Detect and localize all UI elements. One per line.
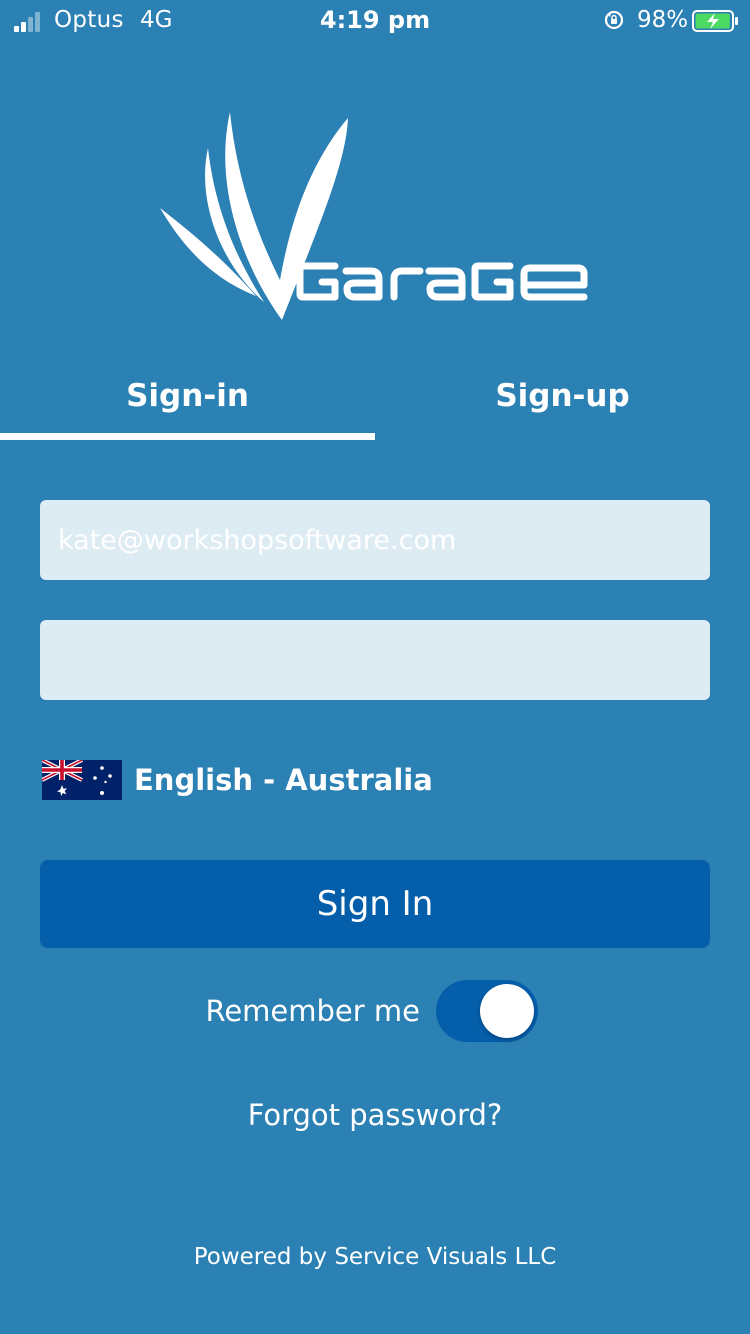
australia-flag-icon bbox=[42, 760, 122, 800]
active-tab-indicator bbox=[0, 433, 375, 440]
remember-me-toggle[interactable] bbox=[436, 980, 538, 1042]
password-field[interactable] bbox=[40, 620, 710, 700]
auth-tabs: Sign-in Sign-up bbox=[0, 360, 750, 440]
powered-by-text: Powered by Service Visuals LLC bbox=[193, 1244, 557, 1270]
forgot-password-link[interactable]: Forgot password? bbox=[0, 1095, 750, 1135]
battery-charging-icon bbox=[692, 10, 738, 32]
sign-in-button[interactable]: Sign In bbox=[40, 860, 710, 948]
tab-sign-in[interactable]: Sign-in bbox=[0, 360, 375, 434]
toggle-knob bbox=[480, 984, 534, 1038]
tab-sign-up[interactable]: Sign-up bbox=[375, 360, 750, 434]
battery-percentage: 98% bbox=[637, 7, 689, 33]
email-field[interactable] bbox=[40, 500, 710, 580]
rotation-lock-icon bbox=[604, 10, 624, 30]
remember-me-label: Remember me bbox=[205, 994, 420, 1028]
language-label: English - Australia bbox=[134, 763, 433, 797]
garage-logo bbox=[160, 112, 588, 320]
status-bar: Optus 4G 4:19 pm 98% bbox=[0, 0, 750, 40]
